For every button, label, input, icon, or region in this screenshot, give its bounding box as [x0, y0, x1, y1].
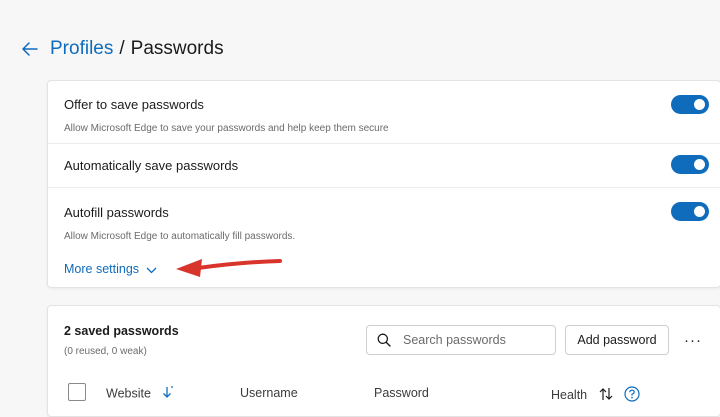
column-health-label: Health	[551, 387, 588, 402]
column-website-label: Website	[106, 386, 151, 401]
search-passwords-box[interactable]	[366, 325, 556, 355]
saved-passwords-card: 2 saved passwords (0 reused, 0 weak) Add…	[47, 305, 720, 417]
autofill-title: Autofill passwords	[64, 205, 169, 220]
saved-passwords-health-summary: (0 reused, 0 weak)	[64, 346, 147, 357]
autofill-toggle[interactable]	[671, 202, 709, 221]
more-options-button[interactable]: ···	[680, 328, 706, 352]
annotation-arrow-icon	[172, 248, 284, 285]
page-title: Passwords	[130, 38, 224, 59]
offer-save-description: Allow Microsoft Edge to save your passwo…	[64, 123, 389, 134]
offer-save-toggle[interactable]	[671, 95, 709, 114]
column-header-website[interactable]: Website	[106, 386, 174, 402]
saved-passwords-count: 2 saved passwords	[64, 324, 179, 338]
chevron-down-icon	[146, 263, 157, 277]
breadcrumb-profiles-link[interactable]: Profiles	[50, 38, 113, 59]
divider	[48, 143, 720, 144]
password-settings-card: Offer to save passwords Allow Microsoft …	[47, 80, 720, 288]
back-arrow-icon[interactable]	[18, 37, 42, 61]
breadcrumb-separator: /	[119, 38, 125, 59]
column-header-health[interactable]: Health	[551, 386, 640, 405]
more-settings-label: More settings	[64, 262, 140, 276]
add-password-button[interactable]: Add password	[565, 325, 669, 355]
column-header-password[interactable]: Password	[374, 386, 429, 400]
page-header: Profiles / Passwords	[18, 36, 224, 62]
help-icon[interactable]	[624, 386, 640, 405]
autofill-description: Allow Microsoft Edge to automatically fi…	[64, 231, 296, 242]
more-settings-button[interactable]: More settings	[64, 261, 157, 277]
sort-icon[interactable]	[599, 387, 613, 404]
column-header-username[interactable]: Username	[240, 386, 298, 400]
offer-save-title: Offer to save passwords	[64, 97, 204, 112]
search-icon	[377, 333, 391, 347]
search-passwords-input[interactable]	[401, 332, 545, 348]
divider	[48, 187, 720, 188]
auto-save-title: Automatically save passwords	[64, 158, 239, 173]
select-all-checkbox[interactable]	[68, 383, 86, 401]
auto-save-toggle[interactable]	[671, 155, 709, 174]
sort-descending-icon[interactable]	[162, 386, 174, 402]
breadcrumb: Profiles / Passwords	[50, 38, 224, 60]
